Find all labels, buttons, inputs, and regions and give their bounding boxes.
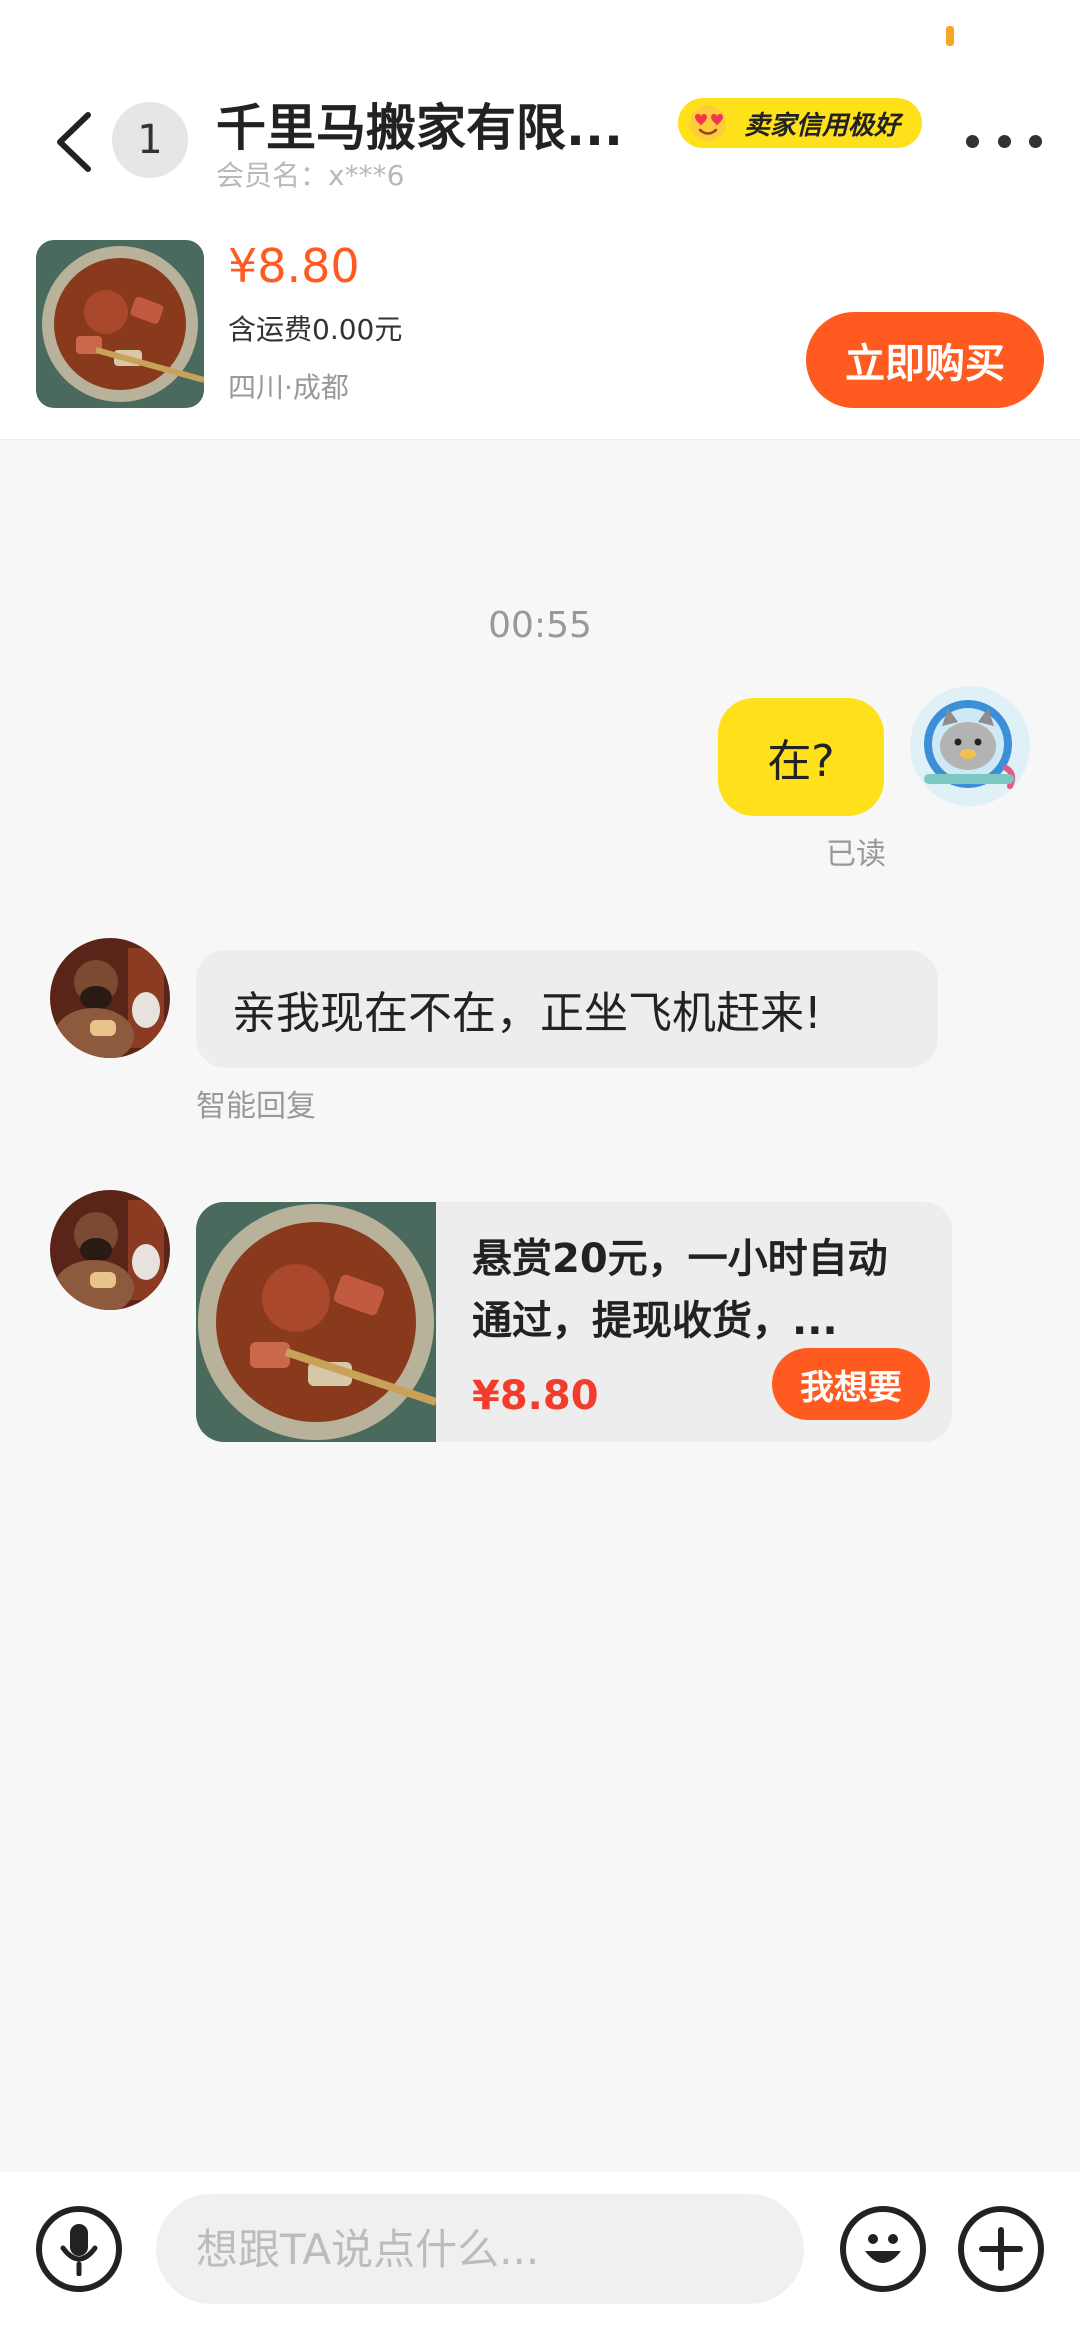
product-card-title: 悬赏20元，一小时自动通过，提现收货，... [472, 1236, 888, 1344]
unread-count-badge[interactable]: 1 [112, 102, 188, 178]
status-bar [0, 0, 1080, 70]
member-name: 会员名：x***6 [216, 159, 405, 192]
my-avatar[interactable] [910, 686, 1030, 806]
plus-icon [979, 2227, 1023, 2271]
message-input[interactable] [156, 2194, 804, 2304]
chat-screen: 1 千里马搬家有限... 会员名：x***6 卖家信用极好 ¥8.80 含运费0… [0, 0, 1080, 2340]
chevron-left-icon [57, 112, 91, 172]
product-card-image [196, 1202, 436, 1442]
product-price: ¥8.80 [228, 239, 360, 293]
more-dot-icon [997, 134, 1011, 148]
my-message-bubble[interactable]: 在? [718, 698, 884, 816]
seller-avatar[interactable] [50, 1190, 170, 1310]
more-dot-icon [1029, 134, 1042, 148]
status-indicator [946, 26, 954, 46]
product-thumbnail[interactable] [36, 240, 204, 408]
buy-now-button[interactable]: 立即购买 [806, 312, 1044, 408]
credit-badge-label: 卖家信用极好 [744, 110, 901, 141]
chat-header: 1 千里马搬家有限... 会员名：x***6 卖家信用极好 ¥8.80 含运费0… [0, 70, 1080, 440]
cat-astronaut-avatar-icon [910, 686, 1030, 806]
product-card-message[interactable]: 悬赏20元，一小时自动通过，提现收货，... ¥8.80 我想要 [196, 1202, 952, 1442]
voice-input-button[interactable] [36, 2206, 122, 2292]
microphone-icon [60, 2224, 98, 2276]
message-input-bar [0, 2172, 1080, 2340]
seller-photo [50, 1190, 170, 1310]
product-card-price: ¥8.80 [472, 1373, 599, 1419]
shipping-fee: 含运费0.00元 [228, 313, 403, 346]
noodle-bowl-image [36, 240, 204, 408]
seller-name[interactable]: 千里马搬家有限... [216, 92, 676, 164]
seller-avatar[interactable] [50, 938, 170, 1058]
message-timestamp: 00:55 [488, 605, 592, 646]
seller-message-bubble[interactable]: 亲我现在不在，正坐飞机赶来! [196, 950, 938, 1068]
more-dot-icon [966, 134, 979, 148]
read-status: 已读 [826, 837, 886, 872]
more-options-button[interactable] [966, 126, 1042, 156]
emoji-button[interactable] [840, 2206, 926, 2292]
heart-eyes-emoji-icon [690, 105, 726, 141]
smiley-face-icon [865, 2234, 901, 2263]
want-button[interactable]: 我想要 [772, 1348, 930, 1420]
seller-photo [50, 938, 170, 1058]
back-button[interactable] [46, 106, 102, 178]
seller-credit-badge[interactable]: 卖家信用极好 [678, 98, 923, 148]
smart-reply-label: 智能回复 [196, 1089, 316, 1124]
more-actions-button[interactable] [958, 2206, 1044, 2292]
product-location: 四川·成都 [228, 371, 349, 404]
